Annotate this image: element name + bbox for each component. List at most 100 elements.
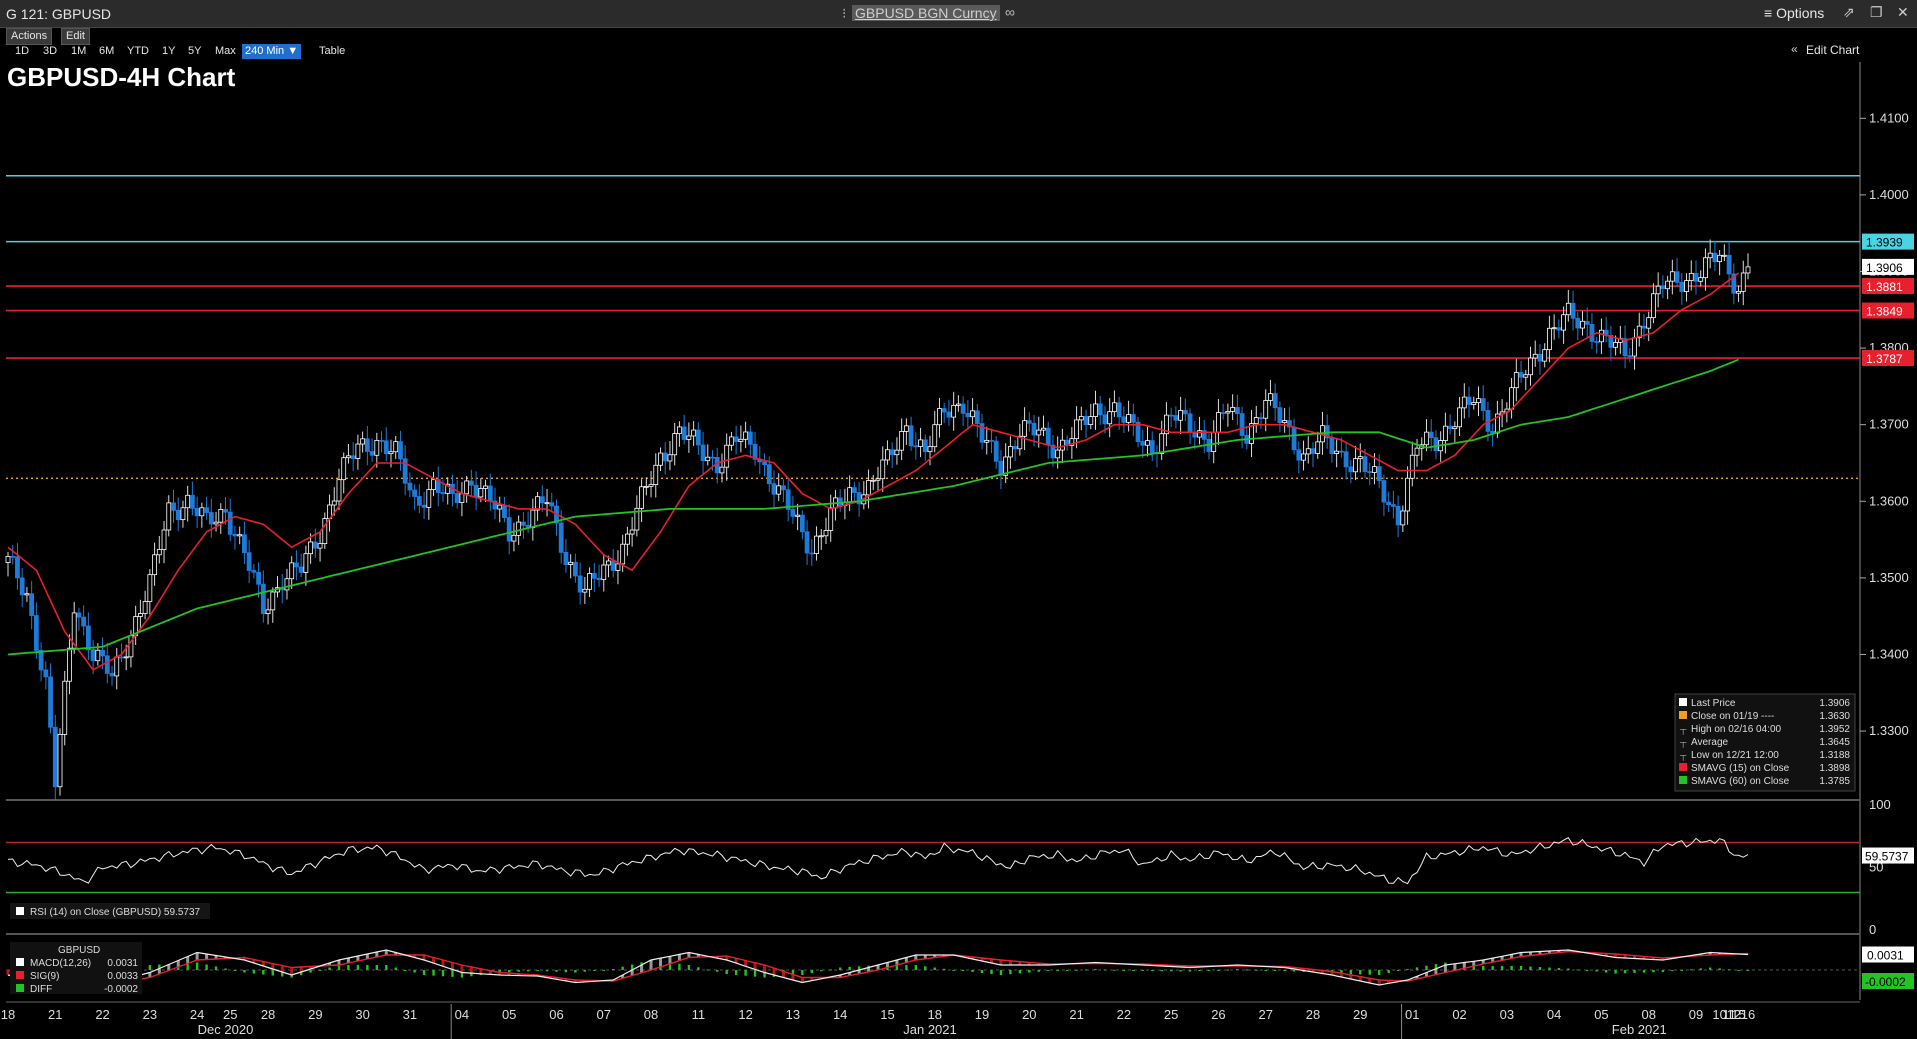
candle-body bbox=[1457, 407, 1462, 428]
candle-body bbox=[615, 563, 621, 571]
candle-body bbox=[894, 449, 900, 456]
candle-body bbox=[577, 575, 583, 593]
macd-legend-label: SIG(9) bbox=[30, 971, 59, 982]
candle-body bbox=[922, 439, 928, 453]
candle-body bbox=[1400, 510, 1406, 526]
candle-body bbox=[232, 533, 238, 537]
macd-diff-bar bbox=[933, 967, 936, 970]
macd-diff-bar bbox=[1018, 970, 1022, 974]
candle-body bbox=[1513, 372, 1519, 389]
candle-body bbox=[648, 484, 654, 487]
candle-body bbox=[478, 488, 484, 498]
candle-body bbox=[572, 561, 578, 577]
candle-body bbox=[1395, 505, 1401, 526]
candle-body bbox=[1509, 387, 1514, 410]
candle-body bbox=[24, 593, 30, 596]
candle-body bbox=[1736, 291, 1741, 294]
candle-body bbox=[1589, 323, 1595, 342]
candle-body bbox=[1674, 271, 1680, 283]
candle-body bbox=[412, 489, 418, 497]
macd-diff-bar bbox=[1151, 970, 1154, 972]
macd-diff-bar bbox=[1557, 968, 1561, 970]
rsi-legend-label: RSI (14) on Close (GBPUSD) 59.5737 bbox=[30, 907, 201, 918]
candle-body bbox=[1268, 393, 1273, 401]
x-tick-label: 30 bbox=[355, 1007, 369, 1022]
legend-label: Low on 12/21 12:00 bbox=[1691, 750, 1779, 761]
macd-diff-bar bbox=[262, 970, 265, 975]
candle-body bbox=[1551, 327, 1557, 330]
candle-body bbox=[1074, 419, 1079, 440]
macd-diff-bar bbox=[716, 970, 719, 972]
rsi-legend-swatch bbox=[16, 907, 24, 915]
macd-diff-bar bbox=[318, 970, 322, 971]
candle-body bbox=[1570, 302, 1576, 319]
candle-body bbox=[804, 531, 810, 554]
candle-body bbox=[1007, 446, 1013, 458]
macd-diff-bar bbox=[1084, 969, 1088, 971]
x-tick-label: 25 bbox=[223, 1007, 237, 1022]
candle-body bbox=[1376, 466, 1382, 481]
candle-body bbox=[960, 403, 966, 414]
macd-diff-bar bbox=[1169, 970, 1173, 972]
candle-body bbox=[1211, 432, 1217, 453]
candle-body bbox=[199, 507, 205, 517]
macd-diff-bar bbox=[1198, 970, 1201, 971]
level-label: 1.3849 bbox=[1866, 305, 1903, 319]
candle-body bbox=[516, 521, 522, 536]
macd-diff-bar bbox=[990, 970, 993, 974]
candle-body bbox=[1575, 317, 1581, 329]
candle-body bbox=[662, 452, 668, 462]
x-tick-label: 22 bbox=[1117, 1007, 1131, 1022]
candle-body bbox=[1698, 277, 1704, 282]
candle-body bbox=[544, 502, 550, 505]
macd-diff-bar bbox=[1491, 966, 1494, 970]
diff-last-label: -0.0002 bbox=[1865, 975, 1906, 989]
candle-body bbox=[568, 561, 574, 565]
candle-body bbox=[1528, 357, 1533, 376]
candle-body bbox=[76, 612, 82, 618]
macd-diff-bar bbox=[1160, 970, 1163, 972]
candle-body bbox=[823, 530, 829, 537]
candle-body bbox=[161, 529, 167, 550]
candle-body bbox=[360, 438, 366, 445]
macd-diff-bar bbox=[507, 970, 511, 973]
candle-body bbox=[653, 464, 659, 485]
candle-body bbox=[416, 496, 422, 506]
macd-diff-bar bbox=[356, 965, 360, 970]
candle-body bbox=[1655, 285, 1661, 295]
candle-body bbox=[970, 410, 975, 418]
candle-body bbox=[90, 649, 96, 662]
candle-body bbox=[383, 440, 389, 455]
macd-diff-bar bbox=[1567, 968, 1570, 970]
macd-diff-bar bbox=[375, 965, 379, 970]
candle-body bbox=[1220, 412, 1226, 414]
candle-body bbox=[1565, 302, 1571, 316]
x-tick-label: 25 bbox=[1164, 1007, 1178, 1022]
candle-body bbox=[190, 494, 195, 509]
candle-body bbox=[1707, 252, 1713, 259]
candle-body bbox=[284, 578, 290, 591]
candle-body bbox=[223, 509, 228, 513]
macd-diff-bar bbox=[1482, 966, 1485, 970]
macd-diff-bar bbox=[545, 970, 549, 972]
macd-diff-bar bbox=[1094, 969, 1097, 970]
candle-body bbox=[1447, 425, 1453, 430]
candle-body bbox=[998, 460, 1004, 476]
candle-body bbox=[918, 439, 923, 447]
candle-body bbox=[563, 551, 569, 565]
macd-diff-bar bbox=[678, 963, 681, 970]
macd-diff-bar bbox=[1595, 970, 1598, 972]
candle-body bbox=[1291, 426, 1297, 451]
candle-body bbox=[227, 511, 233, 535]
candle-body bbox=[109, 673, 115, 677]
candle-body bbox=[1045, 427, 1051, 446]
candle-body bbox=[5, 556, 11, 563]
macd-diff-bar bbox=[1047, 970, 1050, 971]
candle-body bbox=[903, 425, 909, 432]
candle-body bbox=[1093, 403, 1098, 417]
candle-body bbox=[1703, 257, 1708, 279]
candle-body bbox=[908, 425, 914, 447]
macd-legend-swatch bbox=[16, 971, 24, 979]
macd-diff-bar bbox=[914, 965, 918, 970]
candle-body bbox=[837, 497, 843, 507]
